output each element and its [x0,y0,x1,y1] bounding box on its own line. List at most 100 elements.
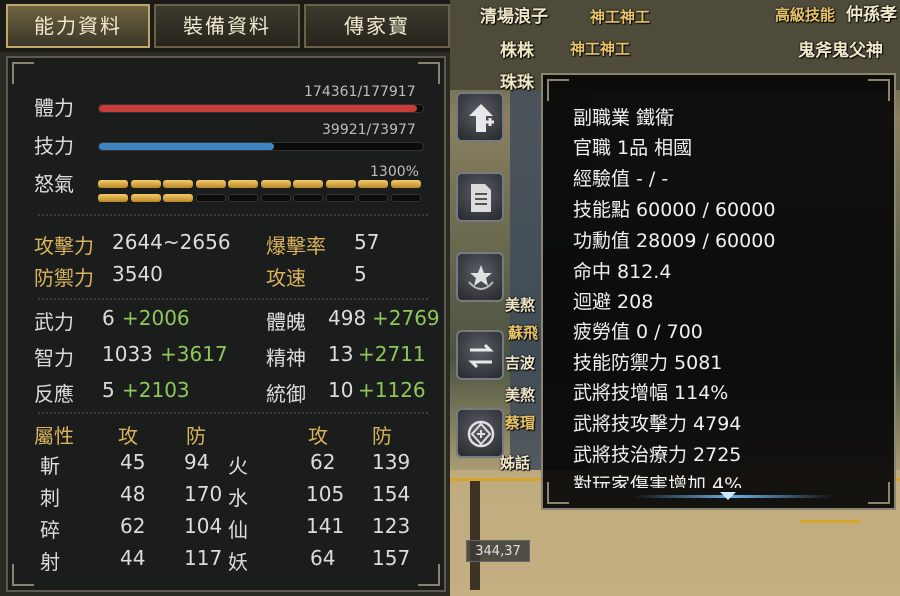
attr-base: 10 [328,378,354,402]
attack-value: 2644~2656 [112,230,231,254]
attr-label: 體魄 [266,310,306,334]
tooltip-line: 疲勞值 0 / 700 [573,321,703,343]
npc-name[interactable]: 美熬 [505,384,535,405]
scene-rail [800,520,860,523]
rage-segment [390,180,421,188]
rage-segment [130,180,161,188]
tab-heirloom[interactable]: 傳家寶 [304,4,450,48]
defense-value: 3540 [112,262,163,286]
element-atk: 141 [306,514,345,538]
tab-ability[interactable]: 能力資料 [6,4,150,48]
element-atk: 62 [120,514,146,538]
speed-label: 攻速 [266,266,306,290]
element-def: 123 [372,514,411,538]
attr-base: 1033 [102,342,153,366]
rage-segment [293,194,323,202]
crest-button[interactable] [456,408,504,458]
mp-bar-fill [99,143,274,150]
tooltip-scroll-area[interactable]: 副職業 鐵衛 官職 1品 相國 經驗值 - / - 技能點 60000 / 60… [543,75,894,488]
attr-label: 統御 [266,382,306,406]
element-name: 仙 [228,518,248,542]
attack-label: 攻擊力 [34,234,94,258]
rage-segment [358,180,388,188]
npc-name[interactable]: 高級技能 [775,4,835,25]
hp-bar-fill [99,105,417,112]
element-atk: 64 [310,546,336,570]
attr-bonus: +2103 [122,378,190,402]
element-header: 攻 [308,424,328,448]
swap-button[interactable] [456,330,504,380]
map-coordinates: 344,37 [466,540,530,562]
element-def: 117 [184,546,223,570]
rage-segment [260,180,291,188]
tab-bar: 能力資料 裝備資料 傳家寶 [0,0,450,52]
element-def: 157 [372,546,411,570]
rank-button[interactable] [456,252,504,302]
upgrade-button[interactable] [456,92,504,142]
element-atk: 48 [120,482,146,506]
divider [38,214,428,216]
element-atk: 45 [120,450,146,474]
npc-name[interactable]: 神工神工 [590,6,650,27]
side-icon-column [453,76,507,476]
crit-value: 57 [354,230,380,254]
tab-equipment[interactable]: 裝備資料 [154,4,300,48]
tooltip-line: 武將技增幅 114% [573,382,729,404]
hp-value: 174361/177917 [304,84,416,100]
attr-base: 5 [102,378,115,402]
element-name: 射 [40,550,60,574]
npc-name[interactable]: 清場浪子 [480,2,548,27]
rage-segment [163,194,193,202]
rage-segment [358,194,388,202]
element-name: 火 [228,454,248,478]
npc-name[interactable]: 蔡瑁 [505,412,535,433]
tooltip-line: 武將技治療力 2725 [573,444,742,466]
star-emblem-icon [468,265,494,290]
element-name: 妖 [228,550,248,574]
hp-bar [98,104,424,113]
rage-segment [325,180,356,188]
rage-segment [293,180,323,188]
rage-segment [325,194,356,202]
element-def: 104 [184,514,223,538]
corner-ornament [12,62,34,84]
element-header: 防 [372,424,392,448]
tooltip-line: 官職 1品 相國 [573,137,693,159]
rage-value: 1300% [370,164,419,180]
divider [38,298,428,300]
attr-base: 498 [328,306,367,330]
attr-label: 反應 [34,382,74,406]
rage-segment [98,180,128,188]
npc-name[interactable]: 蘇飛 [508,322,538,343]
npc-name[interactable]: 株株 [500,36,534,61]
mp-value: 39921/73977 [322,122,416,138]
attr-base: 6 [102,306,115,330]
rage-segment [130,194,161,202]
scroll-down-icon[interactable] [720,492,736,500]
rage-label: 怒氣 [34,172,74,196]
attr-label: 武力 [34,310,74,334]
npc-name[interactable]: 仲孫孝 [846,0,897,25]
divider [38,412,428,414]
tooltip-line: 迴避 208 [573,291,654,313]
upgrade-arrow-icon [469,104,494,132]
crit-label: 爆擊率 [266,234,326,258]
element-name: 斬 [40,454,60,478]
corner-ornament [12,564,34,586]
npc-name[interactable]: 吉波 [505,352,535,373]
document-button[interactable] [456,172,504,222]
document-icon [471,184,491,212]
tooltip-line: 功勳值 28009 / 60000 [573,230,776,252]
npc-name[interactable]: 美熬 [505,294,535,315]
element-name: 水 [228,486,248,510]
attr-bonus: +2711 [358,342,426,366]
rage-segment [390,194,421,202]
crest-icon [467,420,495,448]
element-def: 170 [184,482,223,506]
attr-bonus: +2769 [372,306,440,330]
npc-name[interactable]: 鬼斧鬼父神 [798,36,883,61]
element-name: 碎 [40,518,60,542]
npc-name[interactable]: 神工神工 [570,38,630,59]
hp-label: 體力 [34,96,74,120]
element-def: 94 [184,450,210,474]
